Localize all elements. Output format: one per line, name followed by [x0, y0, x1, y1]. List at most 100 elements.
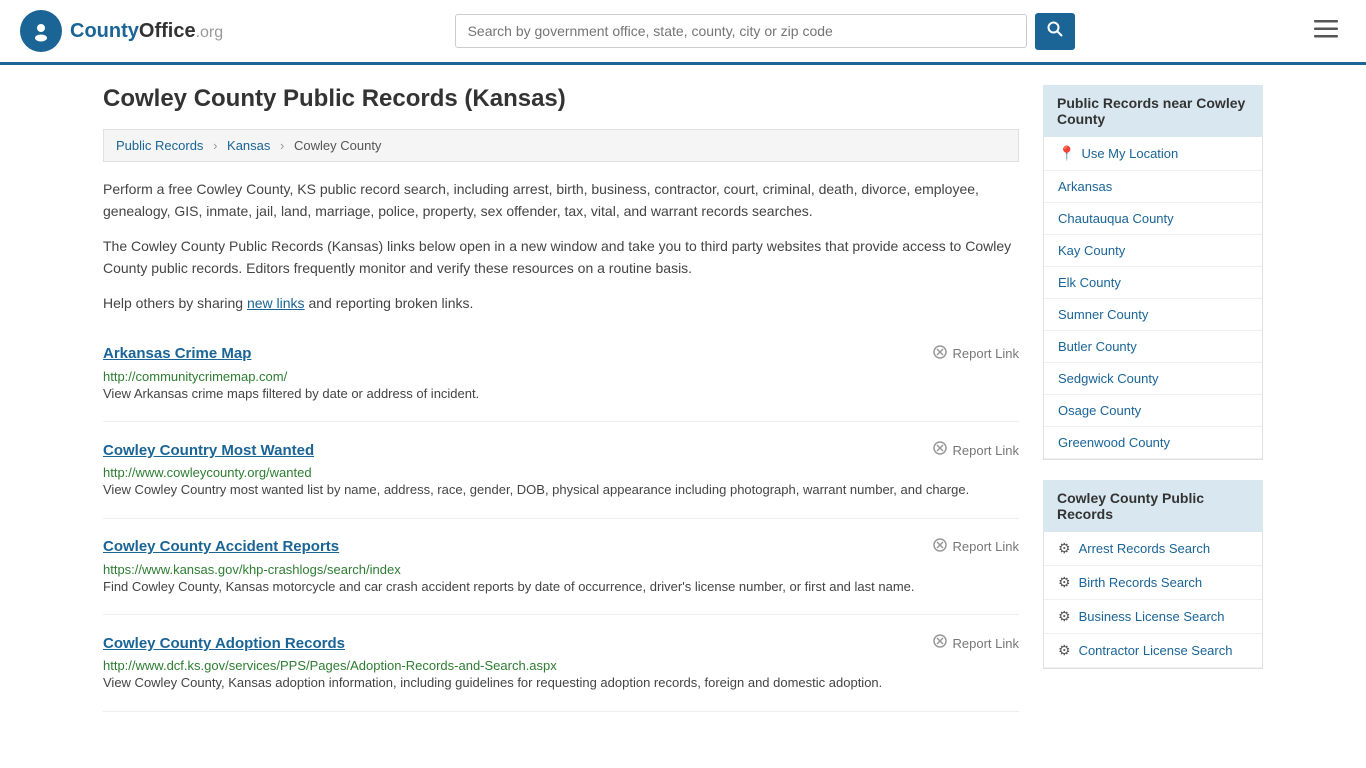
nearby-list-item: Sumner County [1044, 299, 1262, 331]
menu-button[interactable] [1306, 14, 1346, 48]
sidebar-record-label: Business License Search [1079, 609, 1225, 624]
breadcrumb-public-records[interactable]: Public Records [116, 138, 203, 153]
search-area [455, 13, 1075, 50]
logo-area: CountyOffice.org [20, 10, 223, 52]
sidebar-record-item: ⚙ Arrest Records Search [1044, 532, 1262, 566]
use-location-link[interactable]: Use My Location [1081, 146, 1178, 161]
nearby-list-item: Kay County [1044, 235, 1262, 267]
nearby-link[interactable]: Butler County [1044, 331, 1262, 363]
sidebar-record-link[interactable]: ⚙ Arrest Records Search [1044, 532, 1262, 565]
nearby-list-item: Greenwood County [1044, 427, 1262, 459]
report-link-label: Report Link [953, 346, 1019, 361]
logo-icon [20, 10, 62, 52]
record-type-icon: ⚙ [1058, 574, 1071, 591]
nearby-link[interactable]: Osage County [1044, 395, 1262, 427]
record-type-icon: ⚙ [1058, 540, 1071, 557]
report-icon [932, 440, 948, 460]
description-3: Help others by sharing new links and rep… [103, 292, 1019, 314]
record-title[interactable]: Arkansas Crime Map [103, 345, 251, 362]
sidebar-record-item: ⚙ Birth Records Search [1044, 566, 1262, 600]
breadcrumb: Public Records › Kansas › Cowley County [103, 129, 1019, 162]
sidebar-record-link[interactable]: ⚙ Business License Search [1044, 600, 1262, 633]
description-1: Perform a free Cowley County, KS public … [103, 178, 1019, 223]
record-title[interactable]: Cowley County Adoption Records [103, 635, 345, 652]
nearby-link[interactable]: Chautauqua County [1044, 203, 1262, 235]
sidebar: Public Records near Cowley County 📍 Use … [1043, 85, 1263, 712]
record-url[interactable]: http://www.cowleycounty.org/wanted [103, 465, 312, 480]
record-item: Cowley Country Most Wanted Report Link h… [103, 422, 1019, 519]
record-description: Find Cowley County, Kansas motorcycle an… [103, 577, 1019, 597]
nearby-link[interactable]: Arkansas [1044, 171, 1262, 203]
record-item: Cowley County Accident Reports Report Li… [103, 519, 1019, 616]
nearby-list-item: Osage County [1044, 395, 1262, 427]
report-link-button[interactable]: Report Link [932, 440, 1019, 460]
record-header: Cowley County Accident Reports Report Li… [103, 537, 1019, 557]
report-link-label: Report Link [953, 539, 1019, 554]
report-link-button[interactable]: Report Link [932, 537, 1019, 557]
logo-text: CountyOffice.org [70, 20, 223, 43]
record-title[interactable]: Cowley County Accident Reports [103, 538, 339, 555]
nearby-list-item: Elk County [1044, 267, 1262, 299]
records-section-header: Cowley County Public Records [1043, 480, 1263, 532]
use-location-item: 📍 Use My Location [1044, 137, 1262, 171]
record-description: View Arkansas crime maps filtered by dat… [103, 384, 1019, 404]
new-links-link[interactable]: new links [247, 295, 305, 311]
report-link-button[interactable]: Report Link [932, 344, 1019, 364]
record-description: View Cowley Country most wanted list by … [103, 480, 1019, 500]
page-title: Cowley County Public Records (Kansas) [103, 85, 1019, 113]
report-link-label: Report Link [953, 443, 1019, 458]
records-links-list: ⚙ Arrest Records Search ⚙ Birth Records … [1043, 532, 1263, 669]
nearby-list-item: Sedgwick County [1044, 363, 1262, 395]
site-header: CountyOffice.org [0, 0, 1366, 65]
nearby-link[interactable]: Kay County [1044, 235, 1262, 267]
nearby-link[interactable]: Sumner County [1044, 299, 1262, 331]
record-type-icon: ⚙ [1058, 642, 1071, 659]
search-input[interactable] [455, 14, 1027, 48]
report-icon [932, 537, 948, 557]
record-type-icon: ⚙ [1058, 608, 1071, 625]
report-link-label: Report Link [953, 636, 1019, 651]
sidebar-record-label: Arrest Records Search [1079, 541, 1211, 556]
record-item: Cowley County Adoption Records Report Li… [103, 615, 1019, 712]
record-url[interactable]: http://www.dcf.ks.gov/services/PPS/Pages… [103, 658, 557, 673]
record-header: Arkansas Crime Map Report Link [103, 344, 1019, 364]
search-button[interactable] [1035, 13, 1075, 50]
description-2: The Cowley County Public Records (Kansas… [103, 235, 1019, 280]
nearby-link[interactable]: Sedgwick County [1044, 363, 1262, 395]
records-list: Arkansas Crime Map Report Link http://co… [103, 326, 1019, 712]
location-dot-icon: 📍 [1058, 145, 1075, 162]
sidebar-record-label: Contractor License Search [1079, 643, 1233, 658]
record-url[interactable]: https://www.kansas.gov/khp-crashlogs/sea… [103, 562, 401, 577]
nearby-link[interactable]: Elk County [1044, 267, 1262, 299]
record-description: View Cowley County, Kansas adoption info… [103, 673, 1019, 693]
breadcrumb-kansas[interactable]: Kansas [227, 138, 270, 153]
sidebar-record-item: ⚙ Contractor License Search [1044, 634, 1262, 668]
sidebar-record-link[interactable]: ⚙ Contractor License Search [1044, 634, 1262, 667]
report-link-button[interactable]: Report Link [932, 633, 1019, 653]
records-section: Cowley County Public Records ⚙ Arrest Re… [1043, 480, 1263, 669]
breadcrumb-sep-2: › [280, 138, 284, 153]
record-title[interactable]: Cowley Country Most Wanted [103, 442, 314, 459]
record-header: Cowley Country Most Wanted Report Link [103, 440, 1019, 460]
breadcrumb-sep-1: › [213, 138, 217, 153]
breadcrumb-current: Cowley County [294, 138, 381, 153]
nearby-list-item: Chautauqua County [1044, 203, 1262, 235]
record-item: Arkansas Crime Map Report Link http://co… [103, 326, 1019, 423]
nearby-section: Public Records near Cowley County 📍 Use … [1043, 85, 1263, 460]
nearby-list-item: Arkansas [1044, 171, 1262, 203]
nearby-link[interactable]: Greenwood County [1044, 427, 1262, 459]
record-header: Cowley County Adoption Records Report Li… [103, 633, 1019, 653]
nearby-list-item: Butler County [1044, 331, 1262, 363]
record-url[interactable]: http://communitycrimemap.com/ [103, 369, 287, 384]
report-icon [932, 633, 948, 653]
main-container: Cowley County Public Records (Kansas) Pu… [83, 65, 1283, 732]
description-3a: Help others by sharing [103, 295, 243, 311]
sidebar-record-link[interactable]: ⚙ Birth Records Search [1044, 566, 1262, 599]
nearby-list: 📍 Use My Location ArkansasChautauqua Cou… [1043, 137, 1263, 460]
sidebar-record-item: ⚙ Business License Search [1044, 600, 1262, 634]
nearby-header: Public Records near Cowley County [1043, 85, 1263, 137]
report-icon [932, 344, 948, 364]
content-area: Cowley County Public Records (Kansas) Pu… [103, 85, 1019, 712]
description-3b: and reporting broken links. [308, 295, 473, 311]
sidebar-record-label: Birth Records Search [1079, 575, 1203, 590]
